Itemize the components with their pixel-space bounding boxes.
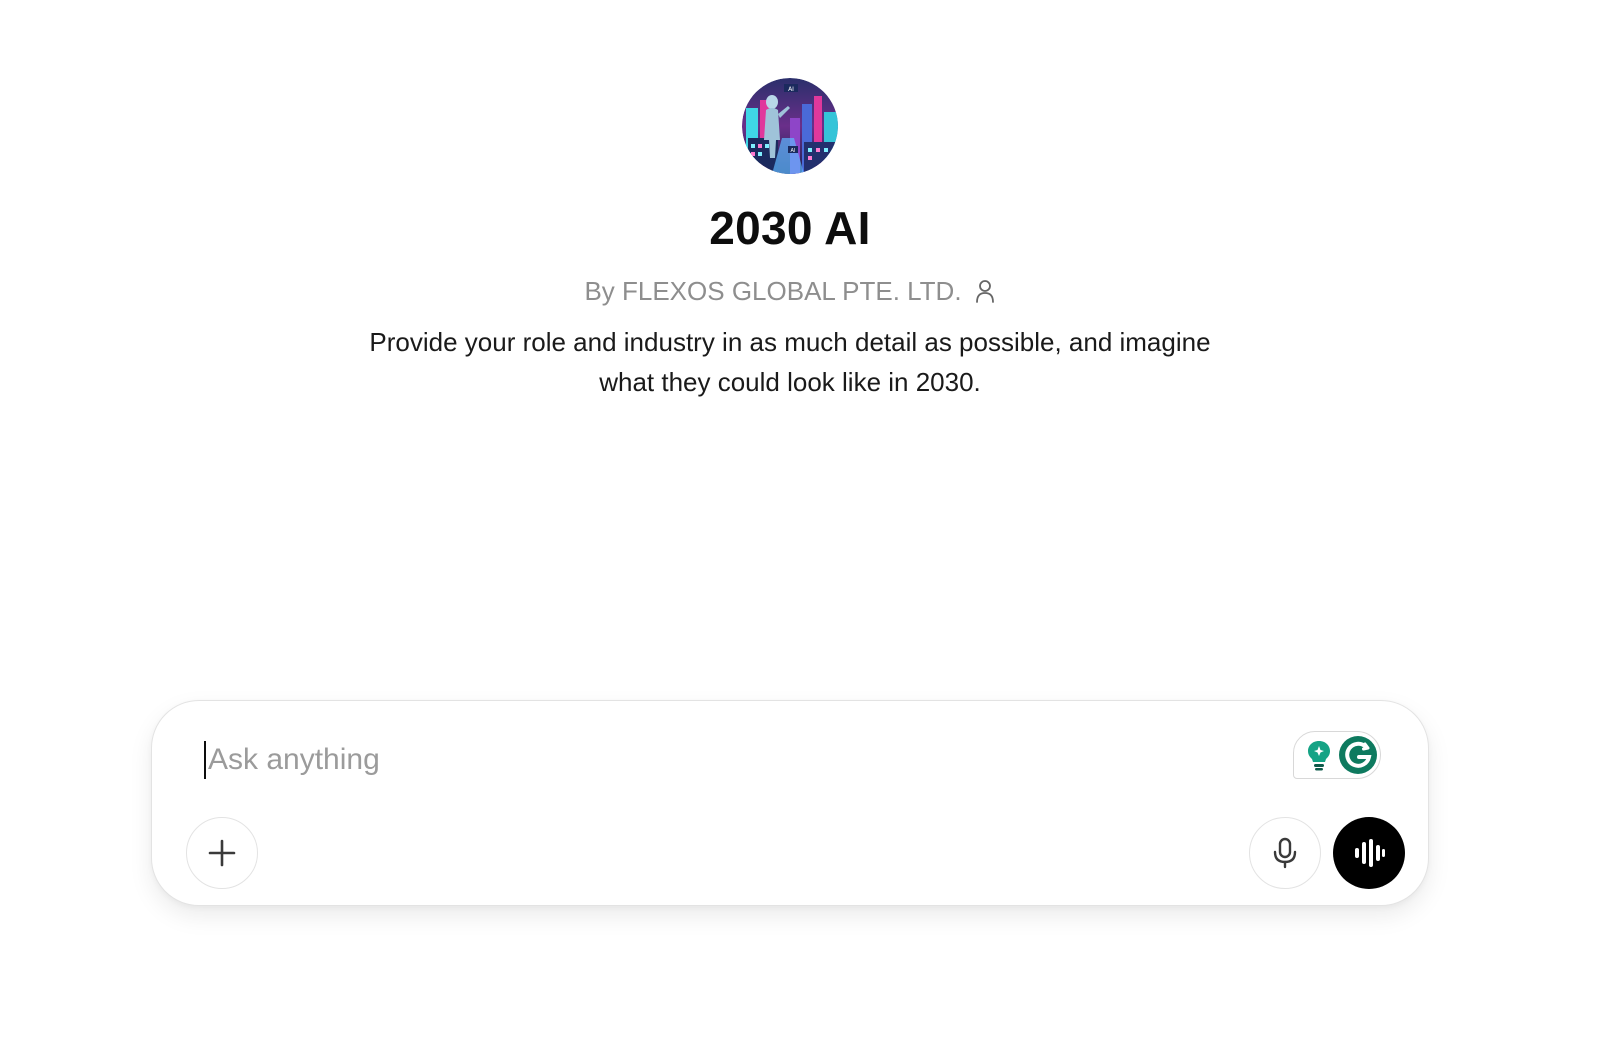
microphone-icon (1273, 837, 1297, 869)
plus-icon (208, 839, 236, 867)
gpt-description: Provide your role and industry in as muc… (369, 327, 1211, 397)
grammarly-icon[interactable] (1338, 735, 1378, 775)
prompt-input-area[interactable] (204, 735, 1254, 785)
author-name: By FLEXOS GLOBAL PTE. LTD. (584, 276, 962, 306)
attach-button[interactable] (186, 817, 258, 889)
author-line[interactable]: By FLEXOS GLOBAL PTE. LTD. (584, 274, 995, 308)
person-icon (975, 280, 994, 303)
svg-text:AI: AI (788, 86, 794, 93)
voice-waveform-icon (1355, 839, 1385, 867)
text-caret (204, 741, 206, 779)
gpt-start-page: AI AI 2030 AI By FLEXOS GLOBAL PTE. LTD.… (0, 0, 1602, 1040)
dictate-button[interactable] (1249, 817, 1321, 889)
message-composer (151, 700, 1429, 906)
lightbulb-icon[interactable] (1304, 738, 1334, 772)
gpt-avatar: AI AI (742, 78, 838, 174)
voice-mode-button[interactable] (1333, 817, 1405, 889)
prompt-input[interactable] (208, 743, 1108, 777)
gpt-title: 2030 AI (709, 202, 871, 254)
svg-text:AI: AI (791, 148, 796, 154)
grammarly-widget[interactable] (1293, 731, 1381, 779)
gpt-header: AI AI 2030 AI By FLEXOS GLOBAL PTE. LTD.… (0, 78, 1580, 402)
